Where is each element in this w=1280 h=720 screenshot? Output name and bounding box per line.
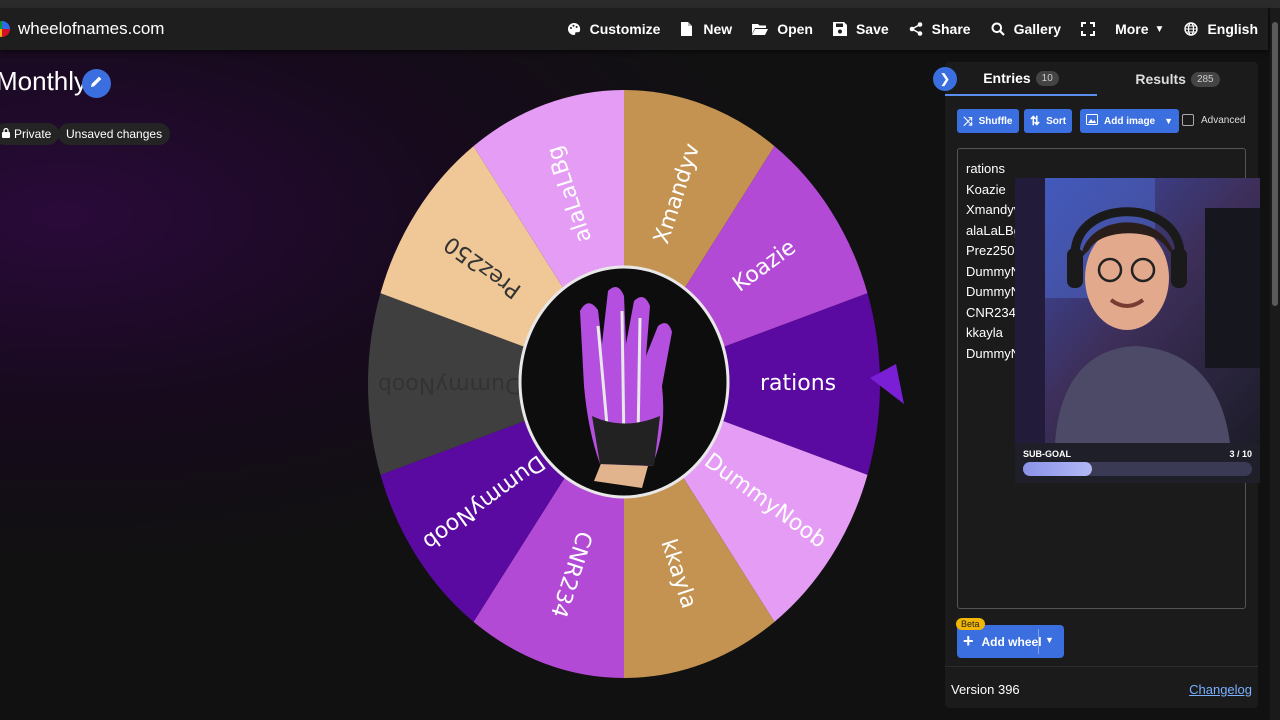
changelog-link[interactable]: Changelog <box>1189 682 1252 697</box>
save-icon <box>832 22 847 36</box>
advanced-label: Advanced <box>1201 114 1246 126</box>
nav-open[interactable]: Open <box>752 21 813 37</box>
nav-menu: Customize New Open Save Share Gallery Mo… <box>547 8 1258 50</box>
results-count-badge: 285 <box>1190 71 1220 87</box>
nav-save-label: Save <box>855 21 889 37</box>
private-label: Private <box>14 127 52 141</box>
brand-name: wheelofnames.com <box>18 19 165 38</box>
nav-save[interactable]: Save <box>832 21 889 37</box>
page-scrollbar[interactable] <box>1270 8 1280 720</box>
caret-down-icon: ▼ <box>1154 23 1165 35</box>
version-label: Version 396 <box>951 682 1020 697</box>
nav-more[interactable]: More ▼ <box>1115 21 1164 37</box>
streamer-webcam-image <box>1015 178 1260 443</box>
browser-top-strip <box>0 0 1280 8</box>
panel-footer: Version 396 Changelog <box>945 666 1258 708</box>
wheel-logo-icon <box>0 21 10 37</box>
tab-results[interactable]: Results 285 <box>1097 62 1258 96</box>
share-icon <box>909 22 923 36</box>
image-icon <box>1086 114 1098 128</box>
advanced-toggle[interactable]: Advanced <box>1182 114 1245 126</box>
divider <box>1038 629 1039 654</box>
add-wheel-label: Add wheel <box>981 634 1042 649</box>
list-item: kkayla <box>966 325 1003 340</box>
wheel-canvas[interactable]: rationsDummyNoobkkaylaCNR234DummyNoobDum… <box>362 86 886 686</box>
list-item: DummyN <box>966 284 1021 299</box>
wheel-segment-label: rations <box>760 371 836 396</box>
nav-new[interactable]: New <box>680 21 732 37</box>
entries-list: rations Koazie Xmandyv alaLaLBg Prez250 … <box>966 159 1021 364</box>
nav-customize-label: Customize <box>589 21 661 37</box>
scrollbar-thumb[interactable] <box>1272 22 1278 306</box>
shuffle-label: Shuffle <box>978 115 1013 127</box>
nav-new-label: New <box>703 21 733 37</box>
lock-icon <box>2 127 10 141</box>
nav-more-label: More <box>1115 21 1149 37</box>
caret-down-icon[interactable]: ▼ <box>1045 635 1054 645</box>
subgoal-progress-track <box>1023 462 1252 476</box>
subgoal-label: SUB-GOAL <box>1023 449 1071 459</box>
webcam-overlay <box>1015 178 1260 443</box>
tab-entries-label: Entries <box>983 70 1031 86</box>
nav-share-label: Share <box>931 21 971 37</box>
entries-count-badge: 10 <box>1035 70 1059 86</box>
private-chip[interactable]: Private <box>0 123 60 145</box>
top-navbar: wheelofnames.com Customize New Open Save <box>0 8 1268 50</box>
wheel-segment-label: DummyNoob <box>378 372 522 397</box>
list-item: alaLaLBg <box>966 222 1021 238</box>
pencil-icon <box>90 75 103 93</box>
search-icon <box>991 22 1005 36</box>
shuffle-icon: ⤨ <box>963 113 973 128</box>
subgoal-widget: SUB-GOAL 3 / 10 <box>1015 443 1260 483</box>
edit-title-button[interactable] <box>82 69 111 98</box>
wheel-title: Monthly <box>0 66 88 96</box>
sort-icon: ⇅ <box>1030 114 1041 128</box>
sort-label: Sort <box>1046 115 1067 127</box>
plus-icon: + <box>963 631 974 651</box>
tab-results-label: Results <box>1135 71 1186 87</box>
caret-down-icon: ▼ <box>1164 116 1174 126</box>
fullscreen-icon <box>1081 22 1096 36</box>
palette-icon <box>567 22 581 36</box>
list-item: DummyN <box>966 263 1021 279</box>
list-item: Prez250 <box>966 243 1015 258</box>
unsaved-changes-chip: Unsaved changes <box>58 123 171 145</box>
sort-button[interactable]: ⇅ Sort <box>1024 109 1073 133</box>
list-item: DummyN <box>966 345 1021 361</box>
subgoal-count: 3 / 10 <box>1229 449 1252 459</box>
brand[interactable]: wheelofnames.com <box>0 19 164 39</box>
tab-entries[interactable]: Entries 10 <box>945 62 1097 96</box>
advanced-checkbox[interactable] <box>1182 114 1194 126</box>
nav-language[interactable]: English <box>1184 21 1258 37</box>
list-item: Xmandyv <box>966 202 1021 217</box>
globe-icon <box>1184 22 1199 36</box>
nav-gallery-label: Gallery <box>1013 21 1062 37</box>
add-image-label: Add image <box>1104 115 1156 127</box>
add-image-button[interactable]: Add image ▼ <box>1080 109 1180 133</box>
nav-gallery[interactable]: Gallery <box>991 21 1061 37</box>
chevron-right-icon: ❯ <box>939 71 951 86</box>
new-file-icon <box>680 22 694 36</box>
list-item: CNR234 <box>966 304 1016 320</box>
nav-open-label: Open <box>777 21 813 37</box>
wheel-pointer-icon <box>870 364 904 404</box>
nav-customize[interactable]: Customize <box>567 21 661 37</box>
nav-language-label: English <box>1207 21 1258 37</box>
shuffle-button[interactable]: ⤨ Shuffle <box>957 109 1019 133</box>
list-item: rations <box>966 161 1006 176</box>
nav-fullscreen[interactable] <box>1081 22 1096 36</box>
subgoal-progress-fill <box>1023 462 1092 476</box>
list-item: Koazie <box>966 181 1006 197</box>
folder-open-icon <box>752 22 769 36</box>
beta-badge: Beta <box>956 618 985 630</box>
collapse-panel-button[interactable]: ❯ <box>933 67 957 91</box>
wheel[interactable]: rations DummyNoob kkayla CNR234 DummyNoob Dum… <box>362 86 886 686</box>
nav-share[interactable]: Share <box>909 21 971 37</box>
